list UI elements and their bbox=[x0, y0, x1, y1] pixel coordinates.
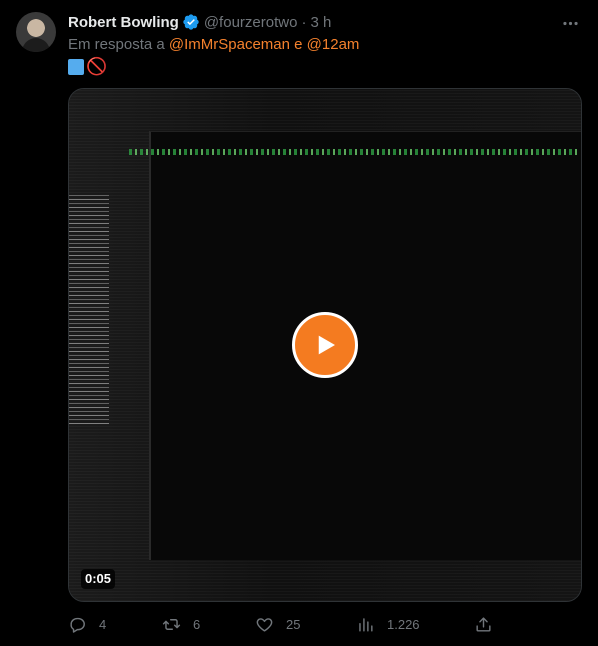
verified-badge-icon bbox=[182, 13, 200, 31]
retweet-icon bbox=[162, 618, 181, 630]
more-options-icon[interactable] bbox=[560, 13, 580, 33]
video-player[interactable]: 0:05 bbox=[68, 88, 582, 602]
play-button[interactable] bbox=[292, 312, 358, 378]
avatar[interactable] bbox=[16, 12, 56, 52]
heart-icon bbox=[256, 617, 273, 632]
reply-button[interactable]: 4 bbox=[68, 612, 106, 636]
reply-context: Em resposta a @ImMrSpaceman e @12am bbox=[68, 36, 359, 53]
reply-prefix: Em resposta a bbox=[68, 36, 165, 53]
tweet-header: Robert Bowling @fourzerotwo · 3 h bbox=[68, 12, 331, 32]
reply-count: 4 bbox=[99, 616, 107, 632]
video-frame-dark-panel bbox=[149, 131, 581, 560]
share-button[interactable] bbox=[474, 612, 493, 636]
views-count: 1.226 bbox=[387, 616, 420, 632]
header-separator: · bbox=[301, 13, 307, 31]
tweet: Robert Bowling @fourzerotwo · 3 h Em res… bbox=[0, 0, 598, 646]
tweet-text: 🚫 bbox=[68, 57, 107, 77]
reply-icon bbox=[70, 617, 85, 633]
reply-mention-2[interactable]: @12am bbox=[307, 36, 360, 53]
video-frame-left-artifact bbox=[69, 194, 109, 424]
views-button[interactable]: 1.226 bbox=[356, 612, 420, 636]
author-handle[interactable]: @fourzerotwo bbox=[204, 14, 298, 31]
retweet-count: 6 bbox=[193, 616, 201, 632]
author-name[interactable]: Robert Bowling bbox=[68, 14, 179, 31]
reply-mention-1[interactable]: @ImMrSpaceman bbox=[169, 36, 290, 53]
views-chart-icon bbox=[359, 617, 373, 632]
tweet-timestamp[interactable]: 3 h bbox=[310, 14, 331, 31]
blue-square-emoji-icon bbox=[68, 59, 84, 75]
like-count: 25 bbox=[286, 616, 301, 632]
retweet-button[interactable]: 6 bbox=[162, 612, 200, 636]
video-frame-green-glyphs bbox=[129, 149, 577, 155]
share-icon bbox=[476, 616, 491, 632]
no-entry-emoji-icon: 🚫 bbox=[86, 57, 108, 76]
like-button[interactable]: 25 bbox=[255, 612, 300, 636]
avatar-figure bbox=[22, 38, 50, 52]
video-duration: 0:05 bbox=[81, 569, 116, 589]
reply-conjunction: e bbox=[294, 36, 303, 53]
play-icon bbox=[318, 335, 335, 355]
